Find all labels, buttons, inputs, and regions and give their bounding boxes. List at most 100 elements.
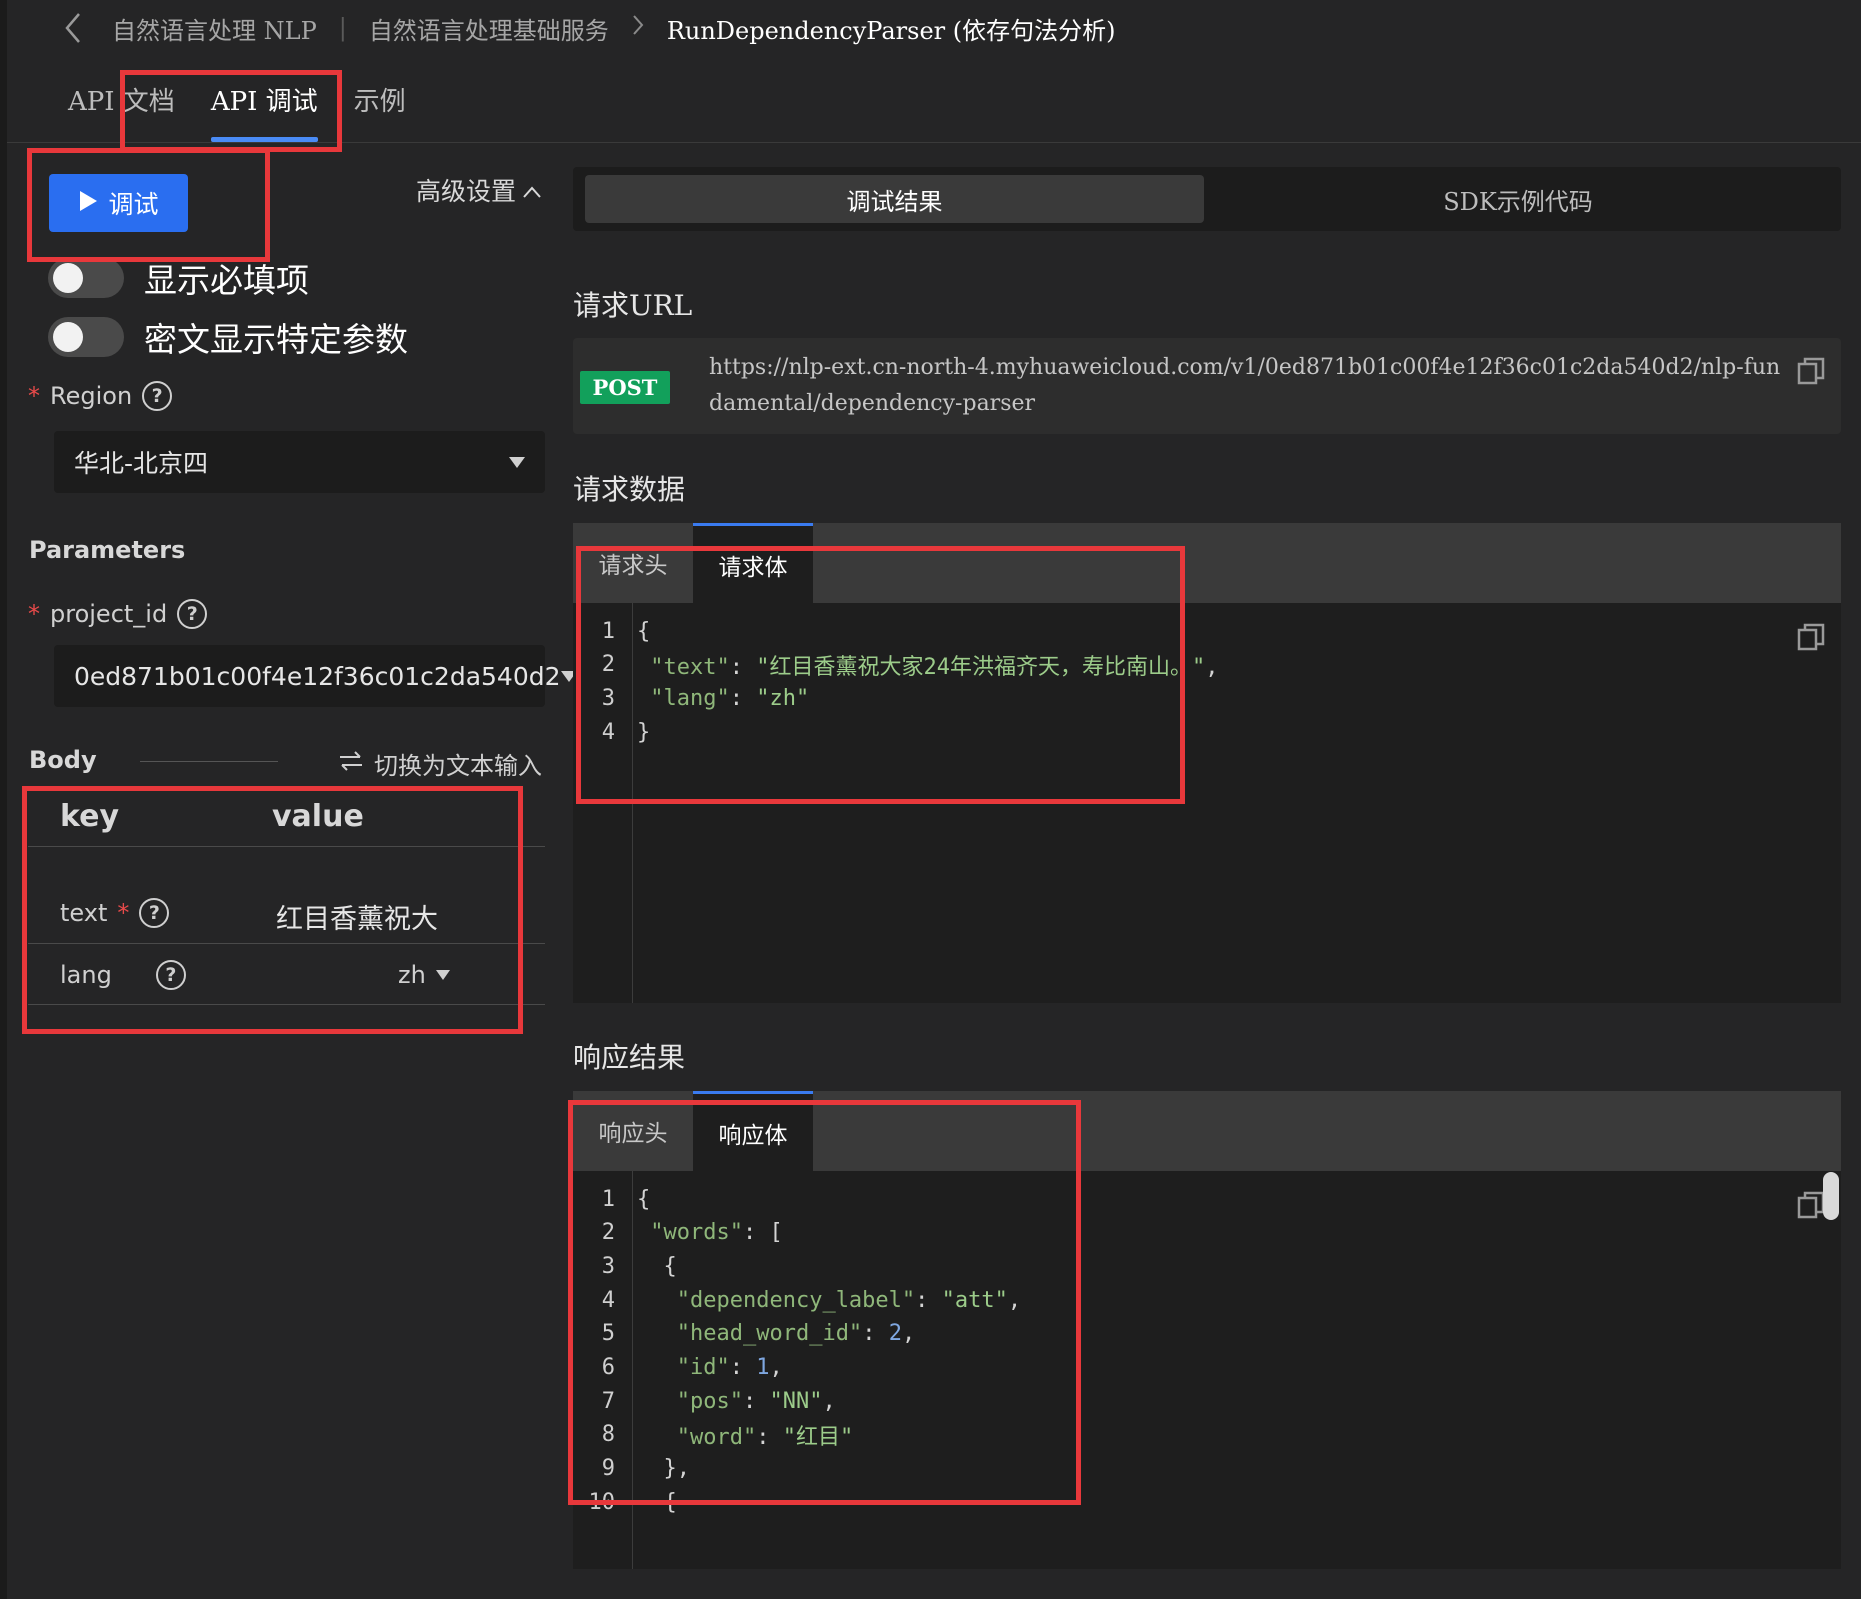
line-number: 2 bbox=[601, 652, 615, 678]
code-text: "id": 1, bbox=[676, 1355, 783, 1380]
lang-select[interactable]: zh bbox=[398, 961, 450, 989]
tab-request-body[interactable]: 请求体 bbox=[693, 523, 813, 603]
code-text: "text": "红目香薰祝大家24年洪福齐天，寿比南山。", bbox=[650, 654, 1219, 680]
region-select[interactable]: 华北-北京四 bbox=[54, 431, 545, 493]
code-text: { bbox=[637, 618, 651, 644]
help-icon[interactable]: ? bbox=[142, 381, 173, 411]
region-label: Region bbox=[50, 382, 133, 410]
header-divider bbox=[7, 142, 1861, 143]
breadcrumb-item-basic-service[interactable]: 自然语言处理基础服务 bbox=[369, 11, 609, 46]
required-star: * bbox=[28, 382, 40, 410]
line-number: 3 bbox=[601, 1253, 615, 1279]
kv-value-text: 红目香薰祝大 bbox=[276, 904, 438, 935]
tab-response-header[interactable]: 响应头 bbox=[573, 1091, 693, 1171]
copy-icon[interactable] bbox=[1797, 356, 1825, 390]
breadcrumb: 自然语言处理 NLP | 自然语言处理基础服务 RunDependencyPar… bbox=[56, 8, 1116, 48]
switch-text-input-label: 切换为文本输入 bbox=[374, 752, 542, 780]
advanced-settings-label: 高级设置 bbox=[416, 177, 517, 206]
kv-header-key: key bbox=[60, 799, 120, 834]
kv-divider bbox=[28, 1004, 545, 1005]
kv-row-text-value[interactable]: 红目香薰祝大 bbox=[276, 897, 438, 936]
tab-examples[interactable]: 示例 bbox=[336, 78, 424, 144]
tab-request-header[interactable]: 请求头 bbox=[573, 523, 693, 603]
code-text: } bbox=[637, 719, 651, 745]
kv-value-lang: zh bbox=[398, 961, 426, 989]
line-number: 9 bbox=[601, 1456, 615, 1482]
line-number: 8 bbox=[601, 1422, 615, 1448]
code-text: "head_word_id": 2, bbox=[676, 1321, 916, 1347]
tab-sdk-code[interactable]: SDK示例代码 bbox=[1204, 175, 1832, 223]
project-id-value: 0ed871b01c00f4e12f36c01c2da540d2 bbox=[74, 661, 561, 691]
secret-params-switch[interactable] bbox=[48, 317, 124, 357]
secret-params-row: 密文显示特定参数 bbox=[48, 313, 408, 361]
copy-icon[interactable] bbox=[1797, 1190, 1825, 1224]
chevron-right-icon bbox=[631, 13, 645, 43]
code-text: "words": [ bbox=[650, 1220, 783, 1246]
kv-key-lang: lang bbox=[60, 961, 112, 989]
tab-api-docs[interactable]: API 文档 bbox=[50, 78, 193, 144]
project-id-select[interactable]: 0ed871b01c00f4e12f36c01c2da540d2 bbox=[54, 645, 577, 707]
tab-debug-result[interactable]: 调试结果 bbox=[585, 175, 1204, 223]
tab-bar: API 文档 API 调试 示例 bbox=[50, 78, 424, 144]
run-debug-button[interactable]: 调试 bbox=[49, 174, 188, 232]
kv-divider bbox=[28, 943, 545, 944]
region-value: 华北-北京四 bbox=[74, 449, 209, 478]
required-star: * bbox=[28, 600, 40, 628]
body-title: Body bbox=[29, 746, 97, 774]
code-text: }, bbox=[637, 1456, 690, 1482]
kv-row-lang-key: lang ? bbox=[60, 960, 186, 990]
request-code-line: 4} bbox=[573, 712, 651, 752]
show-required-row: 显示必填项 bbox=[48, 254, 309, 302]
code-text: { bbox=[637, 1489, 677, 1515]
request-url-text: https://nlp-ext.cn-north-4.myhuaweicloud… bbox=[709, 355, 1781, 416]
line-number: 5 bbox=[601, 1321, 615, 1347]
chevron-up-icon bbox=[522, 176, 542, 205]
kv-row-text-key: text * ? bbox=[60, 898, 170, 928]
line-number: 1 bbox=[601, 1186, 615, 1212]
request-data-title: 请求数据 bbox=[573, 473, 686, 506]
code-text: "lang": "zh" bbox=[650, 685, 810, 711]
response-title: 响应结果 bbox=[573, 1041, 686, 1074]
left-edge-strip bbox=[0, 0, 7, 1599]
line-number: 4 bbox=[601, 1287, 615, 1313]
line-number: 10 bbox=[588, 1489, 616, 1515]
help-icon[interactable]: ? bbox=[155, 960, 186, 990]
advanced-settings-toggle[interactable]: 高级设置 bbox=[416, 172, 542, 208]
line-number: 3 bbox=[601, 685, 615, 711]
copy-icon[interactable] bbox=[1797, 622, 1825, 656]
code-text: "dependency_label": "att", bbox=[676, 1287, 1022, 1313]
kv-header-value: value bbox=[272, 799, 364, 834]
secret-params-label: 密文显示特定参数 bbox=[144, 320, 408, 359]
breadcrumb-current: RunDependencyParser (依存句法分析) bbox=[666, 16, 1116, 45]
body-divider bbox=[140, 761, 278, 762]
caret-down-icon bbox=[509, 456, 525, 468]
kv-divider bbox=[28, 846, 545, 847]
breadcrumb-separator: | bbox=[338, 14, 347, 42]
project-id-label: project_id bbox=[50, 600, 168, 628]
chevron-left-icon[interactable] bbox=[56, 8, 90, 48]
run-debug-label: 调试 bbox=[108, 190, 159, 219]
code-text: { bbox=[637, 1253, 677, 1279]
help-icon[interactable]: ? bbox=[177, 599, 208, 629]
show-required-label: 显示必填项 bbox=[144, 261, 309, 300]
method-badge: POST bbox=[580, 371, 670, 404]
show-required-switch[interactable] bbox=[48, 258, 124, 298]
required-star: * bbox=[117, 899, 130, 927]
request-url-title: 请求URL bbox=[573, 289, 693, 322]
response-code-line: 10 { bbox=[573, 1482, 677, 1522]
kv-header: key bbox=[60, 799, 119, 834]
code-text: "pos": "NN", bbox=[676, 1388, 836, 1414]
region-label-row: * Region ? bbox=[28, 381, 173, 411]
breadcrumb-item-nlp[interactable]: 自然语言处理 NLP bbox=[112, 11, 317, 46]
kv-header-value-cell: value bbox=[272, 799, 364, 834]
caret-down-icon bbox=[435, 970, 450, 980]
line-number: 7 bbox=[601, 1388, 615, 1414]
play-icon bbox=[78, 189, 98, 218]
switch-text-input-button[interactable]: 切换为文本输入 bbox=[338, 746, 542, 781]
tab-api-debug[interactable]: API 调试 bbox=[193, 78, 336, 144]
tab-response-body[interactable]: 响应体 bbox=[693, 1091, 813, 1171]
line-number: 1 bbox=[601, 618, 615, 644]
code-text: "word": "红目" bbox=[676, 1424, 854, 1450]
help-icon[interactable]: ? bbox=[139, 898, 170, 928]
editor-scrollbar[interactable] bbox=[1823, 1172, 1839, 1220]
